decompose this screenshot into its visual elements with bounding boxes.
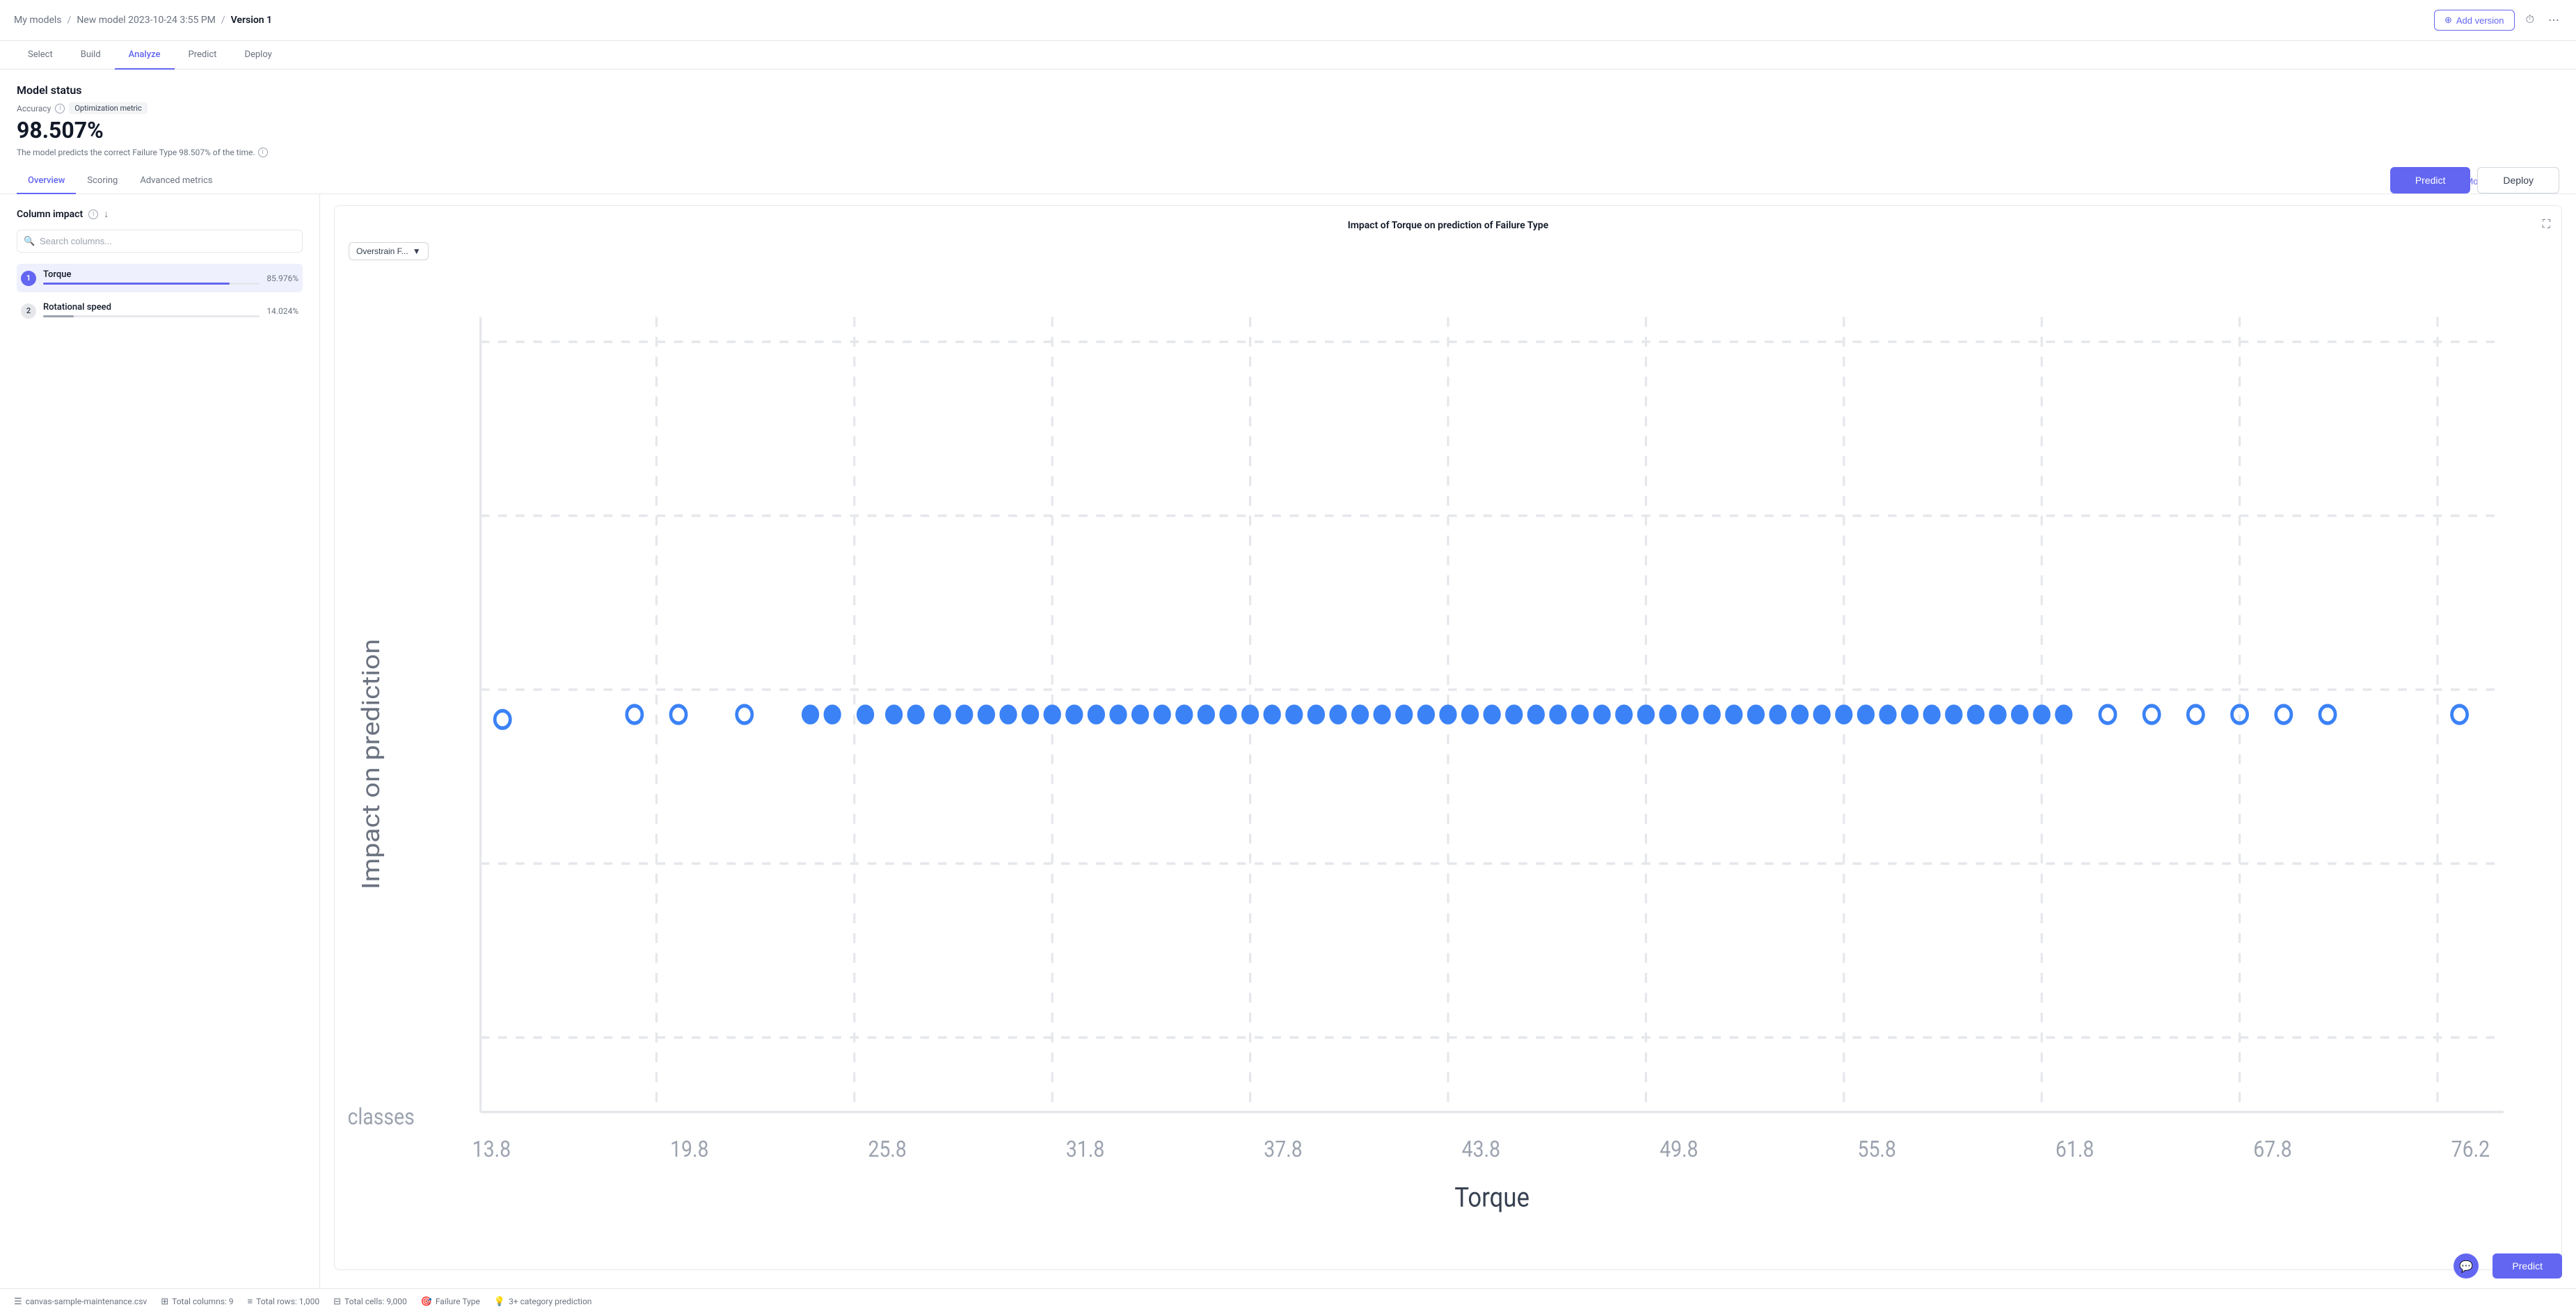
desc-info-icon[interactable]: i bbox=[258, 148, 268, 157]
column-impact-info-icon[interactable]: i bbox=[88, 209, 98, 219]
svg-text:55.8: 55.8 bbox=[1857, 1137, 1895, 1162]
column-pct-rotational-speed: 14.024% bbox=[267, 306, 299, 316]
left-panel: Column impact i ↓ 🔍 1 Torque 85.976% bbox=[0, 194, 320, 1288]
svg-text:Torque: Torque bbox=[1454, 1182, 1529, 1214]
sub-tab-scoring[interactable]: Scoring bbox=[76, 168, 129, 194]
sub-tabs-row: Overview Scoring Advanced metrics 📊 Mode… bbox=[0, 168, 2576, 194]
search-input[interactable] bbox=[17, 230, 303, 253]
svg-text:37.8: 37.8 bbox=[1264, 1137, 1302, 1162]
chart-title: Impact of Torque on prediction of Failur… bbox=[349, 220, 2547, 231]
target-icon: 🎯 bbox=[421, 1297, 432, 1307]
sub-tabs: Overview Scoring Advanced metrics bbox=[17, 168, 224, 193]
svg-text:61.8: 61.8 bbox=[2056, 1137, 2094, 1162]
predict-button[interactable]: Predict bbox=[2390, 167, 2471, 193]
app-header: My models / New model 2023-10-24 3:55 PM… bbox=[0, 0, 2576, 41]
bottom-predict-button[interactable]: Predict bbox=[2492, 1253, 2562, 1279]
rows-icon: ≡ bbox=[248, 1296, 253, 1307]
accuracy-description: The model predicts the correct Failure T… bbox=[17, 148, 2559, 157]
accuracy-label: Accuracy i Optimization metric bbox=[17, 102, 2559, 114]
column-impact-title: Column impact bbox=[17, 209, 83, 220]
nav-tabs: Select Build Analyze Predict Deploy bbox=[0, 41, 2576, 70]
footer-prediction-type: 💡 3+ category prediction bbox=[494, 1297, 592, 1307]
breadcrumb-sep1: / bbox=[67, 15, 72, 26]
column-bar-torque bbox=[43, 283, 230, 285]
tab-predict[interactable]: Predict bbox=[175, 41, 231, 70]
content-area: Column impact i ↓ 🔍 1 Torque 85.976% bbox=[0, 194, 2576, 1288]
cells-icon: ⊟ bbox=[333, 1297, 341, 1307]
class-dropdown[interactable]: Overstrain F... ▼ bbox=[349, 242, 429, 260]
svg-text:67.8: 67.8 bbox=[2253, 1137, 2291, 1162]
model-action-buttons: Predict Deploy bbox=[2390, 167, 2559, 193]
column-item-torque[interactable]: 1 Torque 85.976% bbox=[17, 264, 303, 292]
sub-tab-advanced-metrics[interactable]: Advanced metrics bbox=[129, 168, 223, 194]
chart-header: Overstrain F... ▼ bbox=[349, 242, 2547, 260]
tab-build[interactable]: Build bbox=[67, 41, 115, 70]
column-bar-rotational-speed bbox=[43, 315, 74, 317]
column-bar-wrap-rotational-speed bbox=[43, 315, 260, 317]
footer: ☰ canvas-sample-maintenance.csv ⊞ Total … bbox=[0, 1288, 2576, 1314]
svg-text:13.8: 13.8 bbox=[472, 1137, 511, 1162]
main-content: Model status Accuracy i Optimization met… bbox=[0, 70, 2576, 1288]
add-icon: ⊕ bbox=[2444, 15, 2452, 26]
chat-icon-button[interactable]: 💬 bbox=[2454, 1253, 2479, 1279]
search-box: 🔍 bbox=[17, 230, 303, 253]
breadcrumb-version: Version 1 bbox=[231, 15, 272, 26]
column-impact-header: Column impact i ↓ bbox=[17, 208, 303, 220]
breadcrumb: My models / New model 2023-10-24 3:55 PM… bbox=[14, 15, 272, 26]
column-name-rotational-speed: Rotational speed bbox=[43, 302, 260, 312]
file-icon: ☰ bbox=[14, 1297, 22, 1307]
accuracy-value: 98.507% bbox=[17, 117, 2559, 143]
header-actions: ⊕ Add version ⏱ ⋯ bbox=[2434, 10, 2562, 31]
deploy-button[interactable]: Deploy bbox=[2477, 167, 2559, 193]
sort-icon[interactable]: ↓ bbox=[104, 208, 109, 220]
expand-icon[interactable]: ⛶ bbox=[2543, 217, 2550, 231]
model-status-section: Model status Accuracy i Optimization met… bbox=[0, 70, 2576, 168]
column-item-rotational-speed[interactable]: 2 Rotational speed 14.024% bbox=[17, 296, 303, 325]
add-version-button[interactable]: ⊕ Add version bbox=[2434, 10, 2515, 31]
column-info-torque: Torque bbox=[43, 269, 260, 287]
prediction-type-icon: 💡 bbox=[494, 1297, 505, 1307]
footer-rows: ≡ Total rows: 1,000 bbox=[248, 1296, 320, 1307]
svg-text:25.8: 25.8 bbox=[868, 1137, 906, 1162]
footer-file: ☰ canvas-sample-maintenance.csv bbox=[14, 1297, 147, 1307]
svg-text:All other classes: All other classes bbox=[349, 1105, 415, 1130]
svg-text:19.8: 19.8 bbox=[670, 1137, 708, 1162]
svg-text:31.8: 31.8 bbox=[1066, 1137, 1104, 1162]
column-bar-wrap-torque bbox=[43, 283, 260, 285]
chevron-down-icon: ▼ bbox=[413, 246, 421, 256]
column-rank-2: 2 bbox=[21, 303, 36, 319]
breadcrumb-my-models[interactable]: My models bbox=[14, 15, 62, 26]
column-rank-1: 1 bbox=[21, 271, 36, 286]
svg-text:49.8: 49.8 bbox=[1660, 1137, 1698, 1162]
column-name-torque: Torque bbox=[43, 269, 260, 280]
column-pct-torque: 85.976% bbox=[267, 274, 299, 283]
svg-text:Impact on prediction: Impact on prediction bbox=[358, 639, 385, 889]
svg-text:43.8: 43.8 bbox=[1462, 1137, 1500, 1162]
chart-container: Impact of Torque on prediction of Failur… bbox=[334, 205, 2562, 1270]
columns-icon: ⊞ bbox=[161, 1297, 168, 1307]
search-icon: 🔍 bbox=[24, 236, 35, 246]
footer-columns: ⊞ Total columns: 9 bbox=[161, 1297, 233, 1307]
column-info-rotational-speed: Rotational speed bbox=[43, 302, 260, 319]
tab-deploy[interactable]: Deploy bbox=[230, 41, 285, 70]
chart-svg-wrap: Impact on prediction bbox=[349, 267, 2547, 1261]
chart-svg: Impact on prediction bbox=[349, 267, 2547, 1261]
more-options-button[interactable]: ⋯ bbox=[2545, 10, 2562, 30]
accuracy-info-icon[interactable]: i bbox=[55, 104, 65, 113]
footer-cells: ⊟ Total cells: 9,000 bbox=[333, 1297, 407, 1307]
sub-tab-overview[interactable]: Overview bbox=[17, 168, 76, 194]
right-panel: Impact of Torque on prediction of Failur… bbox=[320, 194, 2576, 1288]
model-status-title: Model status bbox=[17, 84, 2559, 97]
history-button[interactable]: ⏱ bbox=[2523, 11, 2537, 29]
breadcrumb-sep2: / bbox=[221, 15, 225, 26]
tab-select[interactable]: Select bbox=[14, 41, 67, 70]
optimization-badge: Optimization metric bbox=[69, 102, 147, 114]
svg-text:76.2: 76.2 bbox=[2451, 1137, 2490, 1162]
tab-analyze[interactable]: Analyze bbox=[115, 41, 175, 70]
breadcrumb-new-model[interactable]: New model 2023-10-24 3:55 PM bbox=[77, 15, 216, 26]
footer-target: 🎯 Failure Type bbox=[421, 1297, 480, 1307]
